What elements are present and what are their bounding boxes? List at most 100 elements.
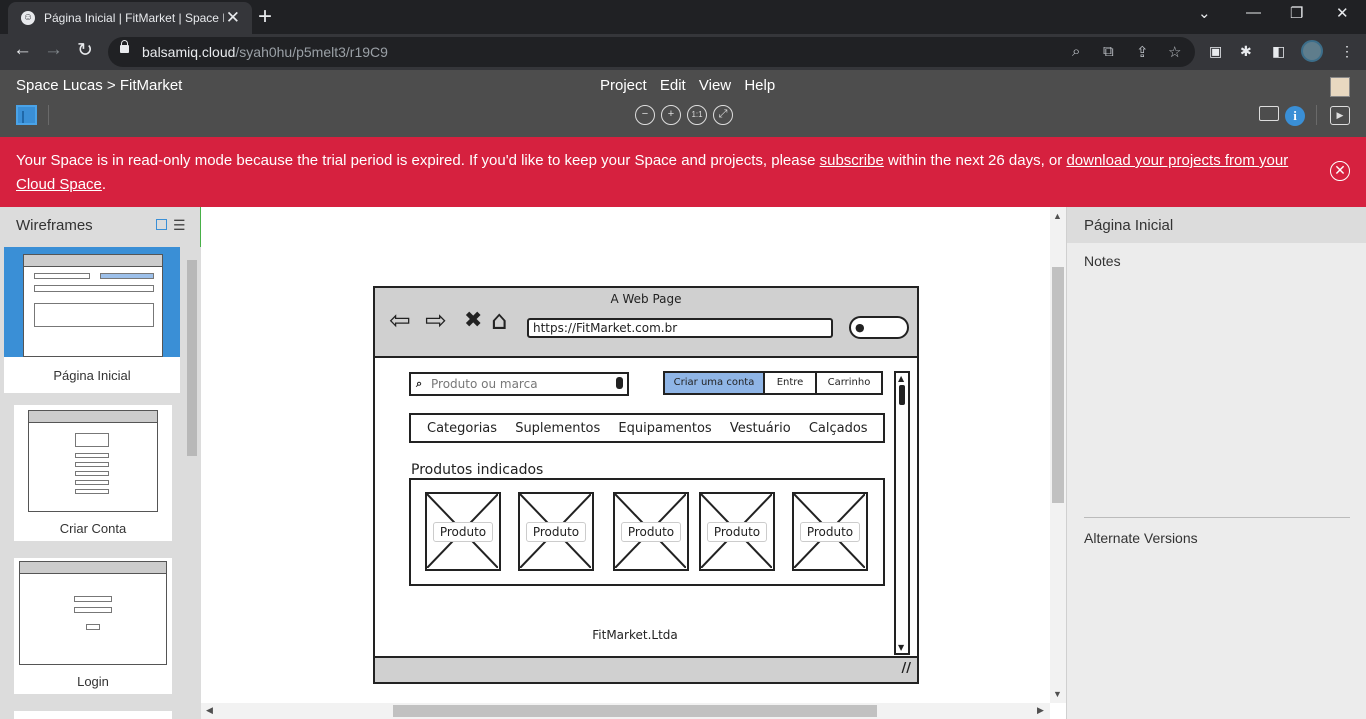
thumbnail-element (100, 273, 154, 279)
wireframe-thumb-pagina-inicial[interactable]: Página Inicial (4, 247, 180, 393)
banner-text: . (101, 176, 107, 193)
address-bar[interactable]: balsamiq.cloud/syah0hu/p5melt3/r19C9 ⌕ ⧉… (108, 37, 1195, 67)
side-panel-icon[interactable]: ◧ (1272, 43, 1285, 60)
canvas-vertical-scrollbar[interactable]: ▲ ▼ (1050, 207, 1066, 703)
profile-avatar[interactable] (1301, 40, 1323, 62)
extensions-puzzle-icon[interactable]: ✱ (1240, 43, 1252, 60)
new-tab-button[interactable]: + (258, 3, 272, 31)
zoom-fit-icon[interactable]: ⤢ (713, 105, 733, 125)
thumbnail-element (75, 489, 109, 494)
thumbnail-element (34, 273, 90, 279)
wireframe-forward-icon: ⇨ (425, 306, 447, 336)
wireframe-thumb-next[interactable] (14, 711, 172, 719)
zoom-actual-icon[interactable]: 1:1 (687, 105, 707, 125)
divider (48, 105, 49, 125)
main-menu: Project Edit View Help (600, 77, 784, 94)
scrollbar-thumb[interactable] (1052, 267, 1064, 503)
user-avatar[interactable] (1330, 77, 1350, 97)
canvas-horizontal-scrollbar[interactable]: ◀ ▶ (201, 703, 1050, 719)
tab-search-icon[interactable]: ⌄ (1198, 4, 1211, 22)
restore-icon[interactable]: ❐ (1290, 4, 1303, 22)
wireframe-window-title: A Web Page (610, 292, 682, 306)
share-icon[interactable]: ⇪ (1136, 43, 1149, 61)
scroll-right-icon[interactable]: ▶ (1037, 705, 1044, 716)
banner-close-icon[interactable]: ✕ (1330, 161, 1350, 181)
wireframe-scroll-down-icon: ▼ (898, 643, 905, 652)
wireframe-resize-grip-icon: // (901, 661, 912, 676)
wireframe-statusbar: // (375, 656, 917, 682)
alternate-versions-label[interactable]: Alternate Versions (1084, 530, 1198, 546)
wireframe-browser-window[interactable]: A Web Page ⇦ ⇨ ✖ ⌂ https://FitMarket.com… (373, 286, 919, 684)
comment-icon[interactable] (1259, 106, 1279, 121)
wireframes-scrollbar[interactable] (186, 245, 198, 715)
thumbnail-element (74, 596, 112, 602)
tab-title: Página Inicial | FitMarket | Space Lucas (44, 11, 224, 25)
wireframe-btn-carrinho: Carrinho (827, 377, 871, 388)
thumbnail-image (28, 410, 158, 512)
wireframe-home-icon: ⌂ (491, 306, 508, 336)
thumbnail-element (75, 480, 109, 485)
wireframe-product-container: Produto Produto Produto Produto Produto (409, 478, 885, 586)
wireframe-stop-icon: ✖ (464, 308, 483, 333)
extension-square-icon[interactable]: ▣ (1209, 43, 1222, 60)
browser-tab[interactable]: ☺ Página Inicial | FitMarket | Space Luc… (8, 2, 252, 34)
scroll-left-icon[interactable]: ◀ (206, 705, 213, 716)
wireframe-category-menu: Categorias Suplementos Equipamentos Vest… (409, 413, 885, 443)
wireframe-search-pill: ● (849, 316, 909, 339)
list-view-icon[interactable]: ☰ (173, 217, 186, 234)
wireframe-product-image: Produto (699, 492, 775, 571)
breadcrumb[interactable]: Space Lucas > FitMarket (16, 77, 182, 94)
url-text[interactable]: balsamiq.cloud/syah0hu/p5melt3/r19C9 (142, 44, 388, 60)
tab-close-icon[interactable]: ✕ (226, 8, 240, 28)
lock-icon[interactable] (120, 40, 129, 53)
wireframe-product-image: Produto (518, 492, 594, 571)
thumbnail-view-icon[interactable] (156, 219, 167, 230)
thumbnail-bar (29, 411, 157, 423)
readonly-banner: Your Space is in read-only mode because … (0, 137, 1366, 207)
wireframe-titlebar: A Web Page ⇦ ⇨ ✖ ⌂ https://FitMarket.com… (375, 288, 917, 358)
thumbnail-bar (20, 562, 166, 574)
wireframe-thumb-login[interactable]: Login (14, 558, 172, 694)
translate-icon[interactable]: ⧉ (1103, 43, 1114, 60)
zoom-in-icon[interactable]: + (661, 105, 681, 125)
browser-toolbar: ← → ↻ balsamiq.cloud/syah0hu/p5melt3/r19… (0, 34, 1366, 70)
thumbnail-element (34, 303, 154, 327)
info-icon[interactable]: i (1285, 106, 1305, 126)
chrome-menu-icon[interactable]: ⋮ (1340, 43, 1354, 60)
wireframe-product-image: Produto (425, 492, 501, 571)
window-close-icon[interactable]: ✕ (1336, 4, 1349, 22)
zoom-search-icon[interactable]: ⌕ (1072, 43, 1080, 60)
properties-panel: Página Inicial Notes Alternate Versions (1066, 207, 1366, 719)
present-play-icon[interactable]: ▶ (1330, 106, 1350, 125)
minimize-icon[interactable]: — (1246, 4, 1261, 21)
thumbnail-element (75, 462, 109, 467)
scroll-down-icon[interactable]: ▼ (1053, 689, 1062, 699)
back-icon[interactable]: ← (13, 39, 32, 61)
menu-project[interactable]: Project (600, 77, 647, 94)
wireframe-mic-icon (616, 377, 623, 389)
reload-icon[interactable]: ↻ (77, 39, 93, 62)
subscribe-link[interactable]: subscribe (820, 152, 884, 169)
wireframe-menu-item: Suplementos (515, 421, 601, 436)
scrollbar-thumb[interactable] (187, 260, 197, 456)
wireframe-product-label: Produto (707, 522, 767, 542)
panel-layout-icon[interactable] (16, 105, 37, 125)
bookmark-star-icon[interactable]: ☆ (1168, 43, 1181, 61)
notes-label[interactable]: Notes (1084, 253, 1121, 269)
wireframe-label: Criar Conta (59, 521, 127, 536)
menu-view[interactable]: View (699, 77, 731, 94)
wireframe-scroll-up-icon: ▲ (898, 374, 905, 383)
wireframe-magnifier-icon: ⌕ (416, 377, 423, 390)
scrollbar-thumb[interactable] (393, 705, 877, 717)
forward-icon[interactable]: → (44, 39, 63, 61)
wireframe-thumb-criar-conta[interactable]: Criar Conta (14, 405, 172, 541)
menu-help[interactable]: Help (744, 77, 775, 94)
zoom-out-icon[interactable]: − (635, 105, 655, 125)
divider (1316, 105, 1317, 125)
wireframe-scroll-thumb (899, 385, 905, 405)
wireframe-search-placeholder: Produto ou marca (431, 377, 538, 391)
scroll-up-icon[interactable]: ▲ (1053, 211, 1062, 221)
wireframe-product-image: Produto (613, 492, 689, 571)
wireframe-product-label: Produto (621, 522, 681, 542)
menu-edit[interactable]: Edit (660, 77, 686, 94)
